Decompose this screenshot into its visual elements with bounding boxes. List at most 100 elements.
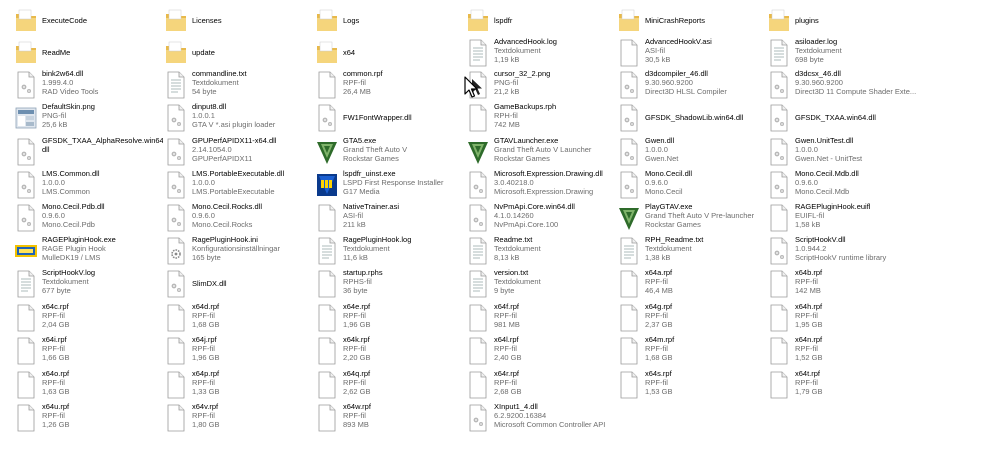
file-item-gfsdk-txaa-alpharesolve-win64[interactable]: GFSDK_TXAA_AlphaResolve.win64. dll: [15, 137, 163, 169]
file-item-gfsdk-txaa-win64-dll[interactable]: GFSDK_TXAA.win64.dll: [768, 103, 916, 135]
item-detail-2: 2,62 GB: [343, 386, 371, 396]
file-item-x64o-rpf[interactable]: x64o.rpf RPF-fil 1,63 GB: [15, 370, 163, 402]
file-item-x64v-rpf[interactable]: x64v.rpf RPF-fil 1,80 GB: [165, 403, 313, 435]
file-item-asiloader-log[interactable]: asiloader.log Textdokument 698 byte: [768, 38, 916, 70]
item-text: ReadMe: [42, 49, 163, 58]
file-item-ragepluginhook-exe[interactable]: RAGEPluginHook.exe RAGE Plugin Hook MulleD…: [15, 236, 163, 268]
file-item-rph-readme-txt[interactable]: RPH_Readme.txt Textdokument 1,38 kB: [618, 236, 766, 268]
file-item-x64q-rpf[interactable]: x64q.rpf RPF-fil 2,62 GB: [316, 370, 464, 402]
item-detail-2: 1,68 GB: [192, 319, 220, 329]
folder-item-update[interactable]: update: [165, 38, 313, 70]
folder-item-plugins[interactable]: plugins: [768, 6, 916, 38]
folder-item-x64[interactable]: x64: [316, 38, 464, 70]
dll-icon: [768, 138, 790, 166]
file-item-x64a-rpf[interactable]: x64a.rpf RPF-fil 46,4 MB: [618, 269, 766, 301]
file-icon: [165, 304, 187, 332]
file-item-x64c-rpf[interactable]: x64c.rpf RPF-fil 2,04 GB: [15, 303, 163, 335]
item-name: x64: [343, 49, 356, 57]
item-text: Mono.Cecil.Mdb.dll 0.9.6.0 Mono.Cecil.Mdb: [795, 170, 916, 196]
file-item-ragepluginhook-euifl[interactable]: RAGEPluginHook.euifl EUIFL-fil 1,58 kB: [768, 203, 916, 235]
file-item-nativetrainer-asi[interactable]: NativeTrainer.asi ASI-fil 211 kB: [316, 203, 464, 235]
folder-item-lspdfr[interactable]: lspdfr: [467, 6, 615, 38]
file-item-defaultskin-png[interactable]: DefaultSkin.png PNG-fil 25,6 kB: [15, 103, 163, 135]
file-item-xinput1-4-dll[interactable]: XInput1_4.dll 6.2.9200.16384 Microsoft Com…: [467, 403, 615, 435]
file-item-lms-common-dll[interactable]: LMS.Common.dll 1.0.0.0 LMS.Common: [15, 170, 163, 202]
folder-icon: [316, 39, 338, 67]
folder-icon: [165, 39, 187, 67]
folder-item-minicrashreports[interactable]: MiniCrashReports: [618, 6, 766, 38]
file-item-x64n-rpf[interactable]: x64n.rpf RPF-fil 1,52 GB: [768, 336, 916, 368]
file-icon: [467, 304, 489, 332]
file-item-fw1fontwrapper-dll[interactable]: FW1FontWrapper.dll: [316, 103, 464, 135]
dll-icon: [165, 204, 187, 232]
item-text: ExecuteCode: [42, 17, 163, 26]
file-item-common-rpf[interactable]: common.rpf RPF-fil 26,4 MB: [316, 70, 464, 102]
file-item-advancedhookv-asi[interactable]: AdvancedHookV.asi ASI-fil 30,5 kB: [618, 38, 766, 70]
file-item-mono-cecil-rocks-dll[interactable]: Mono.Cecil.Rocks.dll 0.9.6.0 Mono.Cecil.Ro…: [165, 203, 313, 235]
file-item-gta5-exe[interactable]: GTA5.exe Grand Theft Auto V Rockstar Games: [316, 137, 464, 169]
file-item-x64f-rpf[interactable]: x64f.rpf RPF-fil 981 MB: [467, 303, 615, 335]
file-item-ragepluginhook-log[interactable]: RagePluginHook.log Textdokument 11,6 kB: [316, 236, 464, 268]
file-item-x64p-rpf[interactable]: x64p.rpf RPF-fil 1,33 GB: [165, 370, 313, 402]
item-detail-2: 1,68 GB: [645, 352, 673, 362]
file-item-startup-rphs[interactable]: startup.rphs RPHS-fil 36 byte: [316, 269, 464, 301]
file-item-commandline-txt[interactable]: commandline.txt Textdokument 54 byte: [165, 70, 313, 102]
item-detail-2: 1,96 GB: [343, 319, 371, 329]
file-item-x64i-rpf[interactable]: x64i.rpf RPF-fil 1,66 GB: [15, 336, 163, 368]
file-item-lspdfr-uinst-exe[interactable]: lspdfr_uinst.exe LSPD First Response Inst…: [316, 170, 464, 202]
item-detail-2: 677 byte: [42, 285, 71, 295]
item-text: d3dcompiler_46.dll 9.30.960.9200 Direct3D …: [645, 70, 766, 96]
file-item-x64b-rpf[interactable]: x64b.rpf RPF-fil 142 MB: [768, 269, 916, 301]
folder-item-logs[interactable]: Logs: [316, 6, 464, 38]
file-item-x64t-rpf[interactable]: x64t.rpf RPF-fil 1,79 GB: [768, 370, 916, 402]
file-item-x64m-rpf[interactable]: x64m.rpf RPF-fil 1,68 GB: [618, 336, 766, 368]
file-item-microsoft-expression-drawing-dll[interactable]: Microsoft.Expression.Drawing.dll 3.0.4021…: [467, 170, 615, 202]
file-item-x64d-rpf[interactable]: x64d.rpf RPF-fil 1,68 GB: [165, 303, 313, 335]
file-item-advancedhook-log[interactable]: AdvancedHook.log Textdokument 1,19 kB: [467, 38, 615, 70]
file-item-gfsdk-shadowlib-win64-dll[interactable]: GFSDK_ShadowLib.win64.dll: [618, 103, 766, 135]
folder-item-executecode[interactable]: ExecuteCode: [15, 6, 163, 38]
file-item-x64g-rpf[interactable]: x64g.rpf RPF-fil 2,37 GB: [618, 303, 766, 335]
item-name: Licenses: [192, 17, 222, 25]
file-item-mono-cecil-dll[interactable]: Mono.Cecil.dll 0.9.6.0 Mono.Cecil: [618, 170, 766, 202]
file-item-gwen-dll[interactable]: Gwen.dll 1.0.0.0 Gwen.Net: [618, 137, 766, 169]
file-item-gtavlauncher-exe[interactable]: GTAVLauncher.exe Grand Theft Auto V Launc…: [467, 137, 615, 169]
file-item-x64l-rpf[interactable]: x64l.rpf RPF-fil 2,40 GB: [467, 336, 615, 368]
file-item-ragepluginhook-ini[interactable]: RagePluginHook.ini Konfigurationsinställn…: [165, 236, 313, 268]
file-item-gamebackups-rph[interactable]: GameBackups.rph RPH-fil 742 MB: [467, 103, 615, 135]
file-item-x64j-rpf[interactable]: x64j.rpf RPF-fil 1,96 GB: [165, 336, 313, 368]
file-item-x64h-rpf[interactable]: x64h.rpf RPF-fil 1,95 GB: [768, 303, 916, 335]
file-item-x64w-rpf[interactable]: x64w.rpf RPF-fil 893 MB: [316, 403, 464, 435]
file-item-x64r-rpf[interactable]: x64r.rpf RPF-fil 2,68 GB: [467, 370, 615, 402]
item-detail-2: 30,5 kB: [645, 54, 671, 64]
file-item-d3dcsx-46-dll[interactable]: d3dcsx_46.dll 9.30.960.9200 Direct3D 11 Co…: [768, 70, 916, 102]
file-item-readme-txt[interactable]: Readme.txt Textdokument 8,13 kB: [467, 236, 615, 268]
file-item-x64k-rpf[interactable]: x64k.rpf RPF-fil 2,20 GB: [316, 336, 464, 368]
dll-icon: [467, 204, 489, 232]
file-item-cursor-32-2-png[interactable]: cursor_32_2.png PNG-fil 21,2 kB: [467, 70, 615, 102]
folder-item-licenses[interactable]: Licenses: [165, 6, 313, 38]
file-item-nvpmapi-core-win64-dll[interactable]: NvPmApi.Core.win64.dll 4.1.0.14260 NvPmApi…: [467, 203, 615, 235]
file-item-slimdx-dll[interactable]: SlimDX.dll: [165, 269, 313, 301]
text-file-icon: [467, 237, 489, 265]
file-item-gpuperfapidx11-x64-dll[interactable]: GPUPerfAPIDX11-x64.dll 2.14.1054.0 GPUPerf…: [165, 137, 313, 169]
file-item-playgtav-exe[interactable]: PlayGTAV.exe Grand Theft Auto V Pre-launc…: [618, 203, 766, 235]
file-item-x64s-rpf[interactable]: x64s.rpf RPF-fil 1,53 GB: [618, 370, 766, 402]
file-item-mono-cecil-mdb-dll[interactable]: Mono.Cecil.Mdb.dll 0.9.6.0 Mono.Cecil.Mdb: [768, 170, 916, 202]
file-item-bink2w64-dll[interactable]: bink2w64.dll 1.999.4.0 RAD Video Tools: [15, 70, 163, 102]
file-item-mono-cecil-pdb-dll[interactable]: Mono.Cecil.Pdb.dll 0.9.6.0 Mono.Cecil.Pdb: [15, 203, 163, 235]
file-item-scripthookv-dll[interactable]: ScriptHookV.dll 1.0.944.2 ScriptHookV runt…: [768, 236, 916, 268]
file-item-gwen-unittest-dll[interactable]: Gwen.UnitTest.dll 1.0.0.0 Gwen.Net - UnitT…: [768, 137, 916, 169]
item-detail-2: 1,38 kB: [645, 252, 671, 262]
folder-item-readme[interactable]: ReadMe: [15, 38, 163, 70]
item-detail-2: LMS.Common: [42, 186, 90, 196]
file-item-d3dcompiler-46-dll[interactable]: d3dcompiler_46.dll 9.30.960.9200 Direct3D …: [618, 70, 766, 102]
file-item-version-txt[interactable]: version.txt Textdokument 9 byte: [467, 269, 615, 301]
file-item-x64e-rpf[interactable]: x64e.rpf RPF-fil 1,96 GB: [316, 303, 464, 335]
item-text: GFSDK_TXAA.win64.dll: [795, 114, 916, 123]
file-item-x64u-rpf[interactable]: x64u.rpf RPF-fil 1,26 GB: [15, 403, 163, 435]
file-item-scripthookv-log[interactable]: ScriptHookV.log Textdokument 677 byte: [15, 269, 163, 301]
file-item-lms-portableexecutable-dll[interactable]: LMS.PortableExecutable.dll 1.0.0.0 LMS.Por…: [165, 170, 313, 202]
file-item-dinput8-dll[interactable]: dinput8.dll 1.0.0.1 GTA V *.asi plugin loa…: [165, 103, 313, 135]
item-text: GTA5.exe Grand Theft Auto V Rockstar Games: [343, 137, 464, 163]
